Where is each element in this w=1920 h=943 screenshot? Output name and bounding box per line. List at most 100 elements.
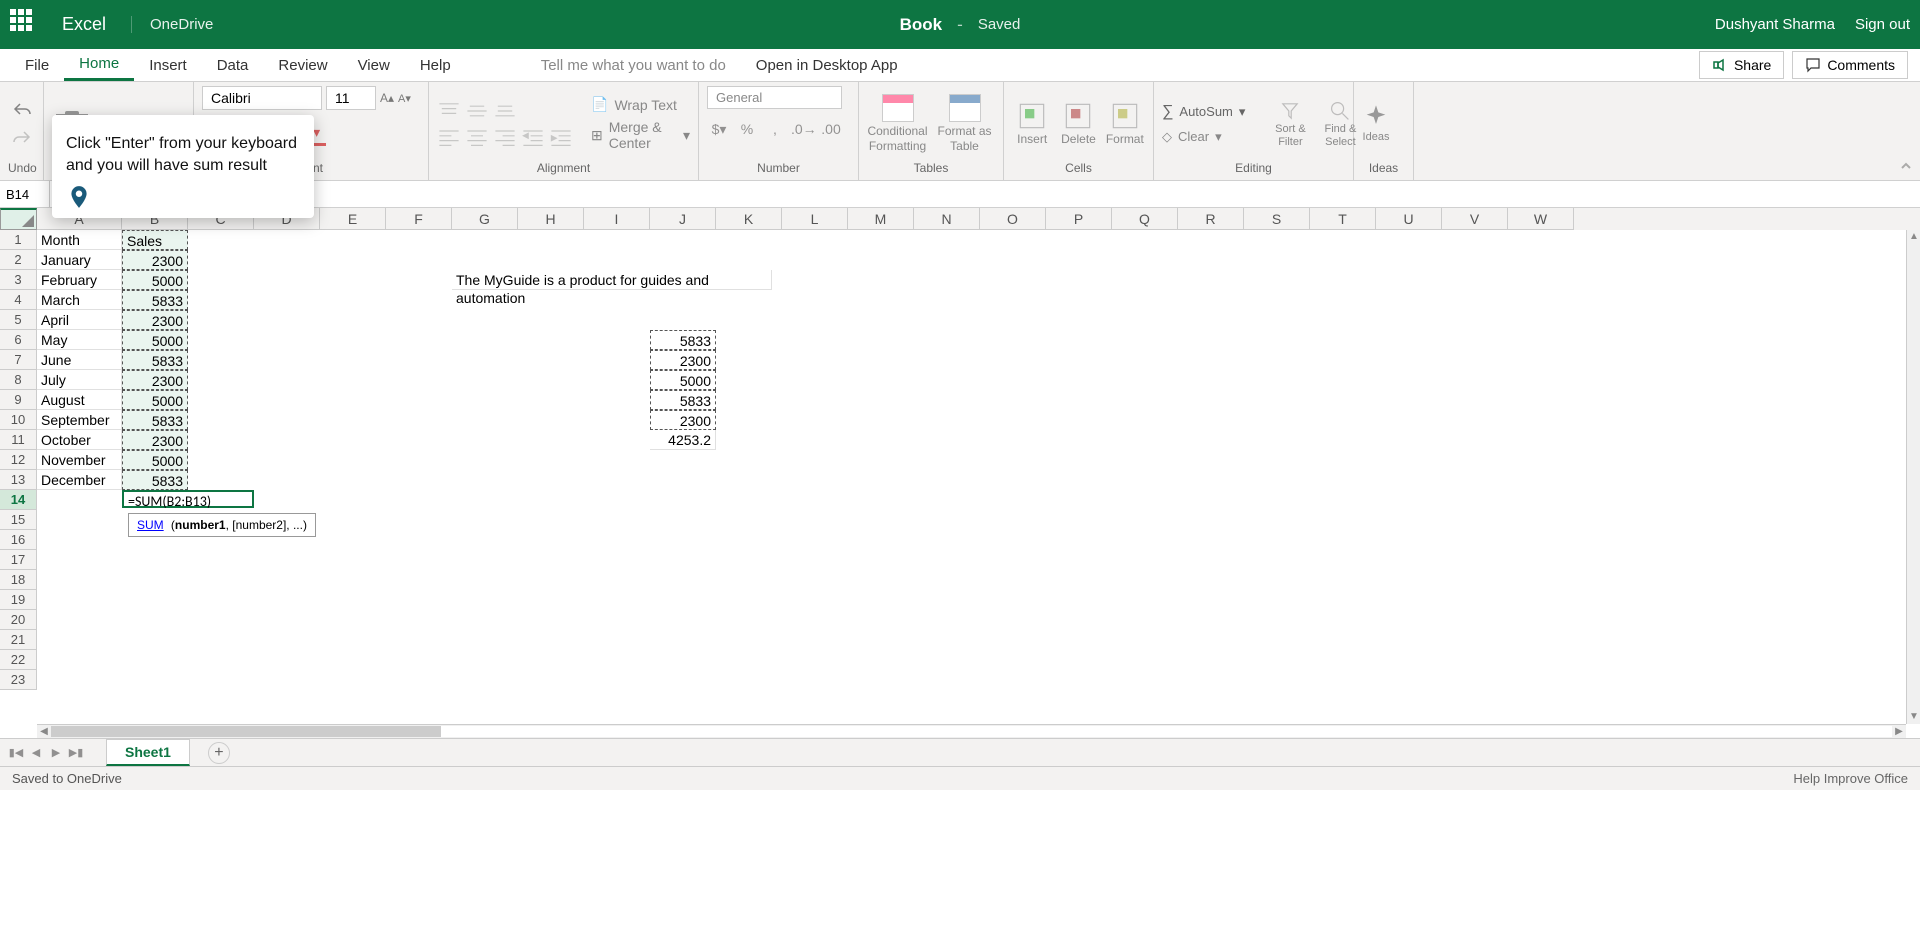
cell-A12[interactable]: November — [37, 450, 122, 470]
cell-A8[interactable]: July — [37, 370, 122, 390]
row-header-18[interactable]: 18 — [0, 570, 37, 590]
col-header-U[interactable]: U — [1376, 208, 1442, 230]
conditional-formatting-button[interactable]: Conditional Formatting — [867, 94, 928, 153]
row-header-20[interactable]: 20 — [0, 610, 37, 630]
cell-J7[interactable]: 2300 — [650, 350, 716, 370]
col-header-N[interactable]: N — [914, 208, 980, 230]
sort-filter-button[interactable]: Sort & Filter — [1269, 99, 1311, 147]
wrap-text-button[interactable]: 📄Wrap Text — [591, 96, 690, 113]
row-header-15[interactable]: 15 — [0, 510, 37, 530]
col-header-K[interactable]: K — [716, 208, 782, 230]
insert-cells-button[interactable]: Insert — [1012, 102, 1052, 146]
collapse-ribbon-icon[interactable] — [1898, 158, 1914, 174]
row-header-11[interactable]: 11 — [0, 430, 37, 450]
col-header-O[interactable]: O — [980, 208, 1046, 230]
row-header-3[interactable]: 3 — [0, 270, 37, 290]
format-as-table-button[interactable]: Format as Table — [934, 94, 995, 153]
col-header-Q[interactable]: Q — [1112, 208, 1178, 230]
col-header-M[interactable]: M — [848, 208, 914, 230]
cell-A7[interactable]: June — [37, 350, 122, 370]
scroll-up-arrow[interactable]: ▲ — [1908, 230, 1920, 244]
scroll-down-arrow[interactable]: ▼ — [1908, 710, 1920, 724]
prev-sheet-arrow[interactable]: ◀ — [26, 743, 46, 763]
delete-cells-button[interactable]: Delete — [1058, 102, 1098, 146]
storage-location[interactable]: OneDrive — [131, 16, 213, 33]
cell-B8[interactable]: 2300 — [122, 370, 188, 390]
align-top-button[interactable] — [437, 101, 461, 121]
cell-B7[interactable]: 5833 — [122, 350, 188, 370]
align-center-button[interactable] — [465, 127, 489, 147]
help-tab[interactable]: Help — [405, 49, 466, 81]
row-header-6[interactable]: 6 — [0, 330, 37, 350]
scroll-left-arrow[interactable]: ◀ — [37, 726, 51, 738]
next-sheet-arrow[interactable]: ▶ — [46, 743, 66, 763]
redo-icon[interactable] — [12, 128, 32, 148]
data-tab[interactable]: Data — [202, 49, 264, 81]
row-header-10[interactable]: 10 — [0, 410, 37, 430]
tooltip-function-name[interactable]: SUM — [137, 518, 164, 532]
number-format-select[interactable]: General — [707, 86, 842, 109]
cell-B4[interactable]: 5833 — [122, 290, 188, 310]
clear-button[interactable]: ◇Clear ▾ — [1162, 129, 1245, 145]
share-button[interactable]: Share — [1699, 51, 1784, 79]
horizontal-scrollbar[interactable]: ◀ ▶ — [37, 724, 1906, 738]
row-header-1[interactable]: 1 — [0, 230, 37, 250]
add-sheet-button[interactable]: + — [208, 742, 230, 764]
cell-B5[interactable]: 2300 — [122, 310, 188, 330]
col-header-W[interactable]: W — [1508, 208, 1574, 230]
col-header-R[interactable]: R — [1178, 208, 1244, 230]
sign-out-link[interactable]: Sign out — [1855, 16, 1910, 33]
cell-A2[interactable]: January — [37, 250, 122, 270]
first-sheet-arrow[interactable]: ▮◀ — [6, 743, 26, 763]
decrease-decimal-button[interactable]: .00 — [819, 121, 843, 141]
cell-B9[interactable]: 5000 — [122, 390, 188, 410]
increase-indent-button[interactable] — [549, 127, 573, 147]
align-right-button[interactable] — [493, 127, 517, 147]
row-header-13[interactable]: 13 — [0, 470, 37, 490]
sheet-tab-sheet1[interactable]: Sheet1 — [106, 739, 190, 766]
col-header-E[interactable]: E — [320, 208, 386, 230]
active-cell[interactable]: =SUM(B2:B13) — [122, 490, 254, 508]
cell-A4[interactable]: March — [37, 290, 122, 310]
cell-A3[interactable]: February — [37, 270, 122, 290]
user-name[interactable]: Dushyant Sharma — [1715, 16, 1835, 33]
col-header-G[interactable]: G — [452, 208, 518, 230]
col-header-S[interactable]: S — [1244, 208, 1310, 230]
align-middle-button[interactable] — [465, 101, 489, 121]
cell-A9[interactable]: August — [37, 390, 122, 410]
row-header-9[interactable]: 9 — [0, 390, 37, 410]
align-left-button[interactable] — [437, 127, 461, 147]
col-header-J[interactable]: J — [650, 208, 716, 230]
doc-name[interactable]: Book — [900, 15, 943, 35]
review-tab[interactable]: Review — [263, 49, 342, 81]
currency-button[interactable]: $▾ — [707, 121, 731, 141]
autosum-button[interactable]: ∑AutoSum ▾ — [1162, 103, 1245, 121]
cell-B1[interactable]: Sales — [122, 230, 188, 250]
cell-J8[interactable]: 5000 — [650, 370, 716, 390]
row-header-14[interactable]: 14 — [0, 490, 37, 510]
cell-J11[interactable]: 4253.2 — [650, 430, 716, 450]
vertical-scrollbar[interactable]: ▲ ▼ — [1906, 230, 1920, 724]
decrease-font-icon[interactable]: A▾ — [398, 92, 411, 105]
select-all-corner[interactable] — [0, 208, 37, 230]
cell-A10[interactable]: September — [37, 410, 122, 430]
cell-J10[interactable]: 2300 — [650, 410, 716, 430]
format-cells-button[interactable]: Format — [1105, 102, 1145, 146]
cell-A6[interactable]: May — [37, 330, 122, 350]
cell-A5[interactable]: April — [37, 310, 122, 330]
cell-J9[interactable]: 5833 — [650, 390, 716, 410]
cell-B11[interactable]: 2300 — [122, 430, 188, 450]
cell-B10[interactable]: 5833 — [122, 410, 188, 430]
col-header-F[interactable]: F — [386, 208, 452, 230]
row-header-12[interactable]: 12 — [0, 450, 37, 470]
scroll-right-arrow[interactable]: ▶ — [1892, 726, 1906, 738]
row-header-21[interactable]: 21 — [0, 630, 37, 650]
spreadsheet-grid[interactable]: A ABCDEFGHIJKLMNOPQRSTUVW 12345678910111… — [0, 208, 1920, 738]
cell-J6[interactable]: 5833 — [650, 330, 716, 350]
col-header-H[interactable]: H — [518, 208, 584, 230]
col-header-P[interactable]: P — [1046, 208, 1112, 230]
ideas-button[interactable]: Ideas — [1362, 103, 1390, 143]
col-header-L[interactable]: L — [782, 208, 848, 230]
comments-button[interactable]: Comments — [1792, 51, 1908, 79]
last-sheet-arrow[interactable]: ▶▮ — [66, 743, 86, 763]
